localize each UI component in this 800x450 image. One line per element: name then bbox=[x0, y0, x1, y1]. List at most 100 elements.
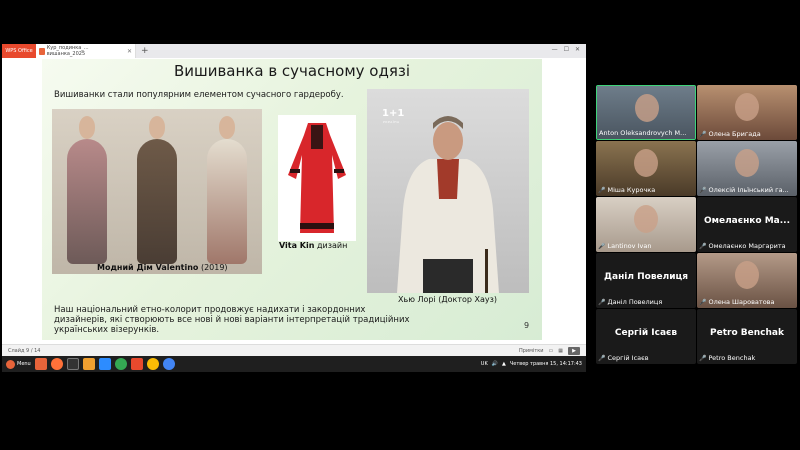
participant-name: 🎤 Олена Бригада bbox=[699, 130, 761, 138]
menu-icon bbox=[6, 359, 15, 369]
mic-muted-icon: 🎤 bbox=[598, 242, 606, 250]
volume-icon[interactable]: 🔊 bbox=[492, 361, 498, 367]
chrome-icon-2[interactable] bbox=[146, 358, 159, 370]
participant-tile[interactable]: Anton Oleksandrovych M... bbox=[596, 85, 696, 140]
participant-name: 🎤 Petro Benchak bbox=[699, 354, 755, 362]
participant-name-text: Lantinov Ivan bbox=[607, 242, 652, 250]
participant-face bbox=[635, 94, 659, 122]
participant-tile[interactable]: Petro Benchak 🎤 Petro Benchak bbox=[697, 309, 797, 364]
participant-display-name: Petro Benchak bbox=[710, 328, 784, 338]
participant-tile[interactable]: 🎤 Олексій Ільїнський га... bbox=[697, 141, 797, 196]
caption-vita-kin: Vita Kin дизайн bbox=[279, 241, 347, 250]
participant-name: 🎤 Міша Курочка bbox=[598, 186, 655, 194]
participant-face bbox=[735, 261, 759, 289]
mic-muted-icon: 🎤 bbox=[598, 354, 606, 362]
caption-valentino-year: (2019) bbox=[198, 263, 228, 272]
participant-name: 🎤 Олена Шароватова bbox=[699, 298, 774, 306]
participant-face bbox=[735, 93, 759, 121]
caption-valentino: Модний Дім Valentino (2019) bbox=[97, 263, 228, 272]
slide: Вишиванка в сучасному одязі Вишиванки ст… bbox=[42, 59, 542, 340]
minimize-icon[interactable]: — bbox=[552, 46, 558, 53]
menu-label: Menu bbox=[17, 361, 31, 367]
runway-model bbox=[52, 109, 122, 274]
presentation-icon bbox=[39, 47, 45, 55]
participant-display-name: Омелаєнко Ма... bbox=[703, 216, 791, 226]
chrome-icon[interactable] bbox=[114, 358, 127, 370]
close-window-icon[interactable]: ✕ bbox=[575, 46, 580, 53]
window-controls: — ☐ ✕ bbox=[552, 46, 580, 53]
network-icon[interactable]: ▲ bbox=[502, 361, 506, 367]
mic-muted-icon: 🎤 bbox=[699, 186, 707, 194]
participant-display-name: Сергій Ісаєв bbox=[614, 328, 678, 338]
firefox-icon[interactable] bbox=[50, 358, 63, 370]
participant-name-text: Олена Бригада bbox=[708, 130, 761, 138]
participant-tile[interactable]: Сергій Ісаєв 🎤 Сергій Ісаєв bbox=[596, 309, 696, 364]
status-bar: Слайд 9 / 14 Примітки ▭ ▦ ▶ bbox=[2, 344, 586, 356]
participant-name-text: Сергій Ісаєв bbox=[607, 354, 649, 362]
caption-vita-kin-name: Vita Kin bbox=[279, 241, 315, 250]
participant-name: 🎤 Lantinov Ivan bbox=[598, 242, 651, 250]
participant-name: 🎤 Омелаєнко Маргарита bbox=[699, 242, 786, 250]
vita-kin-dress-photo bbox=[278, 115, 356, 241]
mic-muted-icon: 🎤 bbox=[699, 354, 707, 362]
participant-tile[interactable]: 🎤 Олена Шароватова bbox=[697, 253, 797, 308]
runway-model bbox=[192, 109, 262, 274]
new-tab-button[interactable]: + bbox=[141, 44, 149, 58]
presentation-app-icon[interactable] bbox=[130, 358, 143, 370]
participant-name-text: Олена Шароватова bbox=[708, 298, 775, 306]
caption-vita-kin-rest: дизайн bbox=[314, 241, 348, 250]
wps-logo[interactable]: WPS Office bbox=[2, 44, 36, 58]
system-tray: UK 🔊 ▲ Четвер травня 15, 14:17:43 bbox=[481, 361, 582, 367]
participant-face bbox=[735, 149, 759, 177]
mic-muted-icon: 🎤 bbox=[598, 186, 606, 194]
play-slideshow-button[interactable]: ▶ bbox=[568, 346, 580, 355]
participant-tile[interactable]: Даніл Повелиця 🎤 Даніл Повелиця bbox=[596, 253, 696, 308]
hugh-laurie-photo: 1+1 УКРАЇНА bbox=[367, 89, 529, 293]
participant-name: 🎤 Сергій Ісаєв bbox=[598, 354, 649, 362]
participant-tile[interactable]: 🎤 Олена Бригада bbox=[697, 85, 797, 140]
zoom-icon[interactable] bbox=[98, 358, 111, 370]
participant-name-text: Міша Курочка bbox=[607, 186, 656, 194]
participant-tile[interactable]: Омелаєнко Ма... 🎤 Омелаєнко Маргарита bbox=[697, 197, 797, 252]
participant-name-text: Олексій Ільїнський га... bbox=[708, 186, 789, 194]
normal-view-icon[interactable]: ▭ bbox=[549, 348, 554, 354]
tv-channel-logo-sub: УКРАЇНА bbox=[383, 120, 400, 124]
slide-number: 9 bbox=[524, 321, 530, 330]
lang-indicator[interactable]: UK bbox=[481, 361, 488, 367]
caption-hugh-laurie: Хью Лорі (Доктор Хауз) bbox=[398, 295, 497, 304]
sorter-view-icon[interactable]: ▦ bbox=[558, 348, 563, 354]
status-controls: Примітки ▭ ▦ ▶ bbox=[519, 346, 580, 355]
shared-screen: WPS Office Кур_подинка_... вишанка_2025 … bbox=[2, 44, 586, 372]
chrome-icon-3[interactable] bbox=[162, 358, 175, 370]
slide-counter: Слайд 9 / 14 bbox=[8, 347, 41, 354]
slide-subtitle: Вишиванки стали популярним елементом суч… bbox=[54, 90, 344, 100]
files-app-icon[interactable] bbox=[34, 358, 47, 370]
tv-channel-logo: 1+1 bbox=[382, 108, 405, 119]
runway-model bbox=[122, 109, 192, 274]
participant-tile[interactable]: 🎤 Міша Курочка bbox=[596, 141, 696, 196]
participant-name: Anton Oleksandrovych M... bbox=[599, 129, 686, 137]
participant-name-text: Anton Oleksandrovych M... bbox=[599, 129, 687, 137]
document-tab[interactable]: Кур_подинка_... вишанка_2025 ✕ bbox=[36, 44, 136, 58]
participant-name: 🎤 Даніл Повелиця bbox=[598, 298, 662, 306]
presentation-canvas: Вишиванка в сучасному одязі Вишиванки ст… bbox=[2, 58, 586, 344]
participant-name: 🎤 Олексій Ільїнський га... bbox=[699, 186, 789, 194]
notes-button[interactable]: Примітки bbox=[519, 348, 544, 354]
folder-icon[interactable] bbox=[82, 358, 95, 370]
clock[interactable]: Четвер травня 15, 14:17:43 bbox=[510, 361, 582, 367]
mic-muted-icon: 🎤 bbox=[699, 298, 707, 306]
mic-muted-icon: 🎤 bbox=[699, 130, 707, 138]
close-icon[interactable]: ✕ bbox=[127, 48, 132, 55]
participant-tile[interactable]: 🎤 Lantinov Ivan bbox=[596, 197, 696, 252]
video-call-window: WPS Office Кур_подинка_... вишанка_2025 … bbox=[0, 0, 800, 450]
caption-valentino-name: Модний Дім Valentino bbox=[97, 263, 199, 272]
start-menu-button[interactable]: Menu bbox=[6, 359, 31, 369]
slide-title: Вишиванка в сучасному одязі bbox=[173, 62, 411, 80]
participant-name-text: Даніл Повелиця bbox=[607, 298, 663, 306]
participant-name-text: Petro Benchak bbox=[708, 354, 756, 362]
terminal-icon[interactable] bbox=[66, 358, 79, 370]
mic-muted-icon: 🎤 bbox=[598, 298, 606, 306]
participant-face bbox=[634, 205, 658, 233]
maximize-icon[interactable]: ☐ bbox=[564, 46, 569, 53]
os-taskbar: Menu UK 🔊 ▲ Четвер травня 15, 14:17:43 bbox=[2, 356, 586, 372]
